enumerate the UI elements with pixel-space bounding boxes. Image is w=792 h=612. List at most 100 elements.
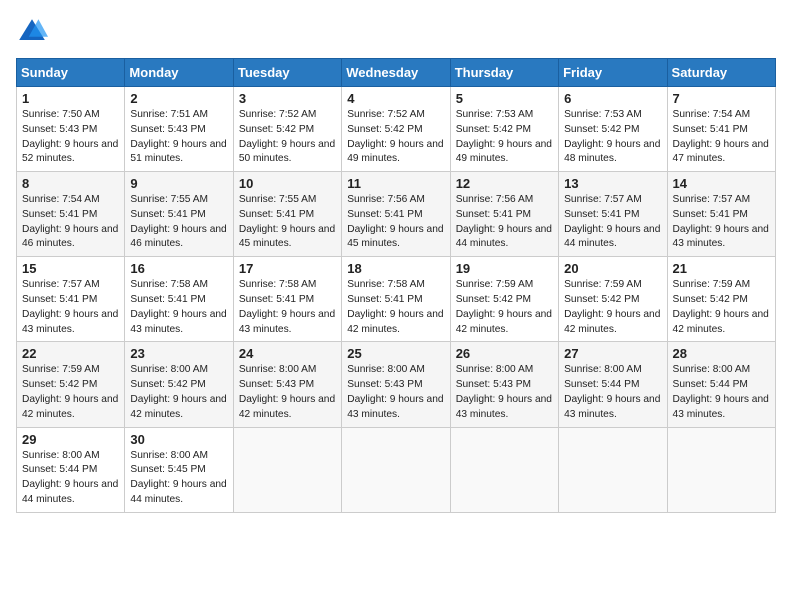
day-cell-1: 1 Sunrise: 7:50 AMSunset: 5:43 PMDaylight…: [17, 87, 125, 172]
empty-cell: [233, 427, 341, 512]
sunrise-label: Sunrise: 7:58 AM: [239, 279, 317, 290]
daylight-label: Daylight: 9 hours and 42 minutes.: [239, 394, 335, 420]
day-cell-27: 27Sunrise: 8:00 AMSunset: 5:44 PMDayligh…: [559, 342, 667, 427]
daylight-label: Daylight: 9 hours and 48 minutes.: [564, 139, 660, 165]
sunset-label: Sunset: 5:44 PM: [564, 379, 639, 390]
calendar-week-4: 22Sunrise: 7:59 AMSunset: 5:42 PMDayligh…: [17, 342, 776, 427]
header-day-monday: Monday: [125, 59, 233, 87]
sunset-label: Sunset: 5:44 PM: [22, 464, 97, 475]
daylight-label: Daylight: 9 hours and 47 minutes.: [673, 139, 769, 165]
page-header: [16, 16, 776, 48]
sunrise-label: Sunrise: 8:00 AM: [564, 364, 642, 375]
day-number: 15: [22, 261, 119, 276]
day-info: Sunrise: 8:00 AMSunset: 5:43 PMDaylight:…: [347, 363, 444, 422]
day-number: 11: [347, 176, 444, 191]
day-info: Sunrise: 7:58 AM Sunset: 5:41 PM Daylight:…: [130, 278, 227, 337]
daylight-label: Daylight: 9 hours and 46 minutes.: [130, 224, 226, 250]
sunset-label: Sunset: 5:42 PM: [564, 294, 639, 305]
sunrise-label: Sunrise: 7:58 AM: [130, 279, 208, 290]
day-info: Sunrise: 7:53 AMSunset: 5:42 PMDaylight:…: [564, 108, 661, 167]
day-cell-5: 5Sunrise: 7:53 AMSunset: 5:42 PMDaylight…: [450, 87, 558, 172]
sunrise-label: Sunrise: 7:50 AM: [22, 109, 100, 120]
daylight-label: Daylight: 9 hours and 49 minutes.: [347, 139, 443, 165]
day-cell-4: 4Sunrise: 7:52 AMSunset: 5:42 PMDaylight…: [342, 87, 450, 172]
day-number: 6: [564, 91, 661, 106]
daylight-label: Daylight: 9 hours and 46 minutes.: [22, 224, 118, 250]
empty-cell: [559, 427, 667, 512]
daylight-label: Daylight: 9 hours and 42 minutes.: [673, 309, 769, 335]
day-info: Sunrise: 7:57 AMSunset: 5:41 PMDaylight:…: [673, 193, 770, 252]
sunset-label: Sunset: 5:42 PM: [130, 379, 205, 390]
daylight-label: Daylight: 9 hours and 43 minutes.: [456, 394, 552, 420]
day-cell-18: 18Sunrise: 7:58 AMSunset: 5:41 PMDayligh…: [342, 257, 450, 342]
daylight-label: Daylight: 9 hours and 42 minutes.: [347, 309, 443, 335]
daylight-label: Daylight: 9 hours and 51 minutes.: [130, 139, 226, 165]
day-cell-30: 30Sunrise: 8:00 AMSunset: 5:45 PMDayligh…: [125, 427, 233, 512]
sunrise-label: Sunrise: 7:59 AM: [456, 279, 534, 290]
day-cell-3: 3Sunrise: 7:52 AMSunset: 5:42 PMDaylight…: [233, 87, 341, 172]
daylight-label: Daylight: 9 hours and 44 minutes.: [22, 479, 118, 505]
daylight-label: Daylight: 9 hours and 43 minutes.: [22, 309, 118, 335]
day-number: 1: [22, 91, 119, 106]
daylight-label: Daylight: 9 hours and 45 minutes.: [239, 224, 335, 250]
day-number: 24: [239, 346, 336, 361]
header-day-tuesday: Tuesday: [233, 59, 341, 87]
header-day-sunday: Sunday: [17, 59, 125, 87]
logo: [16, 16, 52, 48]
day-number: 28: [673, 346, 770, 361]
sunrise-label: Sunrise: 7:57 AM: [564, 194, 642, 205]
sunrise-label: Sunrise: 7:53 AM: [456, 109, 534, 120]
sunset-label: Sunset: 5:41 PM: [130, 294, 205, 305]
day-info: Sunrise: 7:52 AMSunset: 5:42 PMDaylight:…: [239, 108, 336, 167]
sunset-label: Sunset: 5:41 PM: [22, 294, 97, 305]
sunset-label: Sunset: 5:42 PM: [456, 294, 531, 305]
calendar-week-5: 29 Sunrise: 8:00 AMSunset: 5:44 PMDayligh…: [17, 427, 776, 512]
sunrise-label: Sunrise: 7:59 AM: [564, 279, 642, 290]
sunrise-label: Sunrise: 7:59 AM: [673, 279, 751, 290]
day-info: Sunrise: 7:56 AMSunset: 5:41 PMDaylight:…: [347, 193, 444, 252]
day-info: Sunrise: 7:54 AMSunset: 5:41 PMDaylight:…: [22, 193, 119, 252]
day-info: Sunrise: 8:00 AMSunset: 5:44 PMDaylight:…: [564, 363, 661, 422]
sunset-label: Sunset: 5:42 PM: [673, 294, 748, 305]
sunset-label: Sunset: 5:41 PM: [347, 209, 422, 220]
day-info: Sunrise: 7:57 AMSunset: 5:41 PMDaylight:…: [564, 193, 661, 252]
day-info: Sunrise: 7:51 AMSunset: 5:43 PMDaylight:…: [130, 108, 227, 167]
sunset-label: Sunset: 5:42 PM: [22, 379, 97, 390]
sunrise-label: Sunrise: 7:52 AM: [239, 109, 317, 120]
sunrise-label: Sunrise: 8:00 AM: [130, 364, 208, 375]
day-info: Sunrise: 7:55 AMSunset: 5:41 PMDaylight:…: [130, 193, 227, 252]
day-info: Sunrise: 8:00 AMSunset: 5:43 PMDaylight:…: [456, 363, 553, 422]
sunrise-label: Sunrise: 7:53 AM: [564, 109, 642, 120]
sunrise-label: Sunrise: 8:00 AM: [239, 364, 317, 375]
daylight-label: Daylight: 9 hours and 43 minutes.: [347, 394, 443, 420]
day-cell-13: 13Sunrise: 7:57 AMSunset: 5:41 PMDayligh…: [559, 172, 667, 257]
day-cell-7: 7Sunrise: 7:54 AMSunset: 5:41 PMDaylight…: [667, 87, 775, 172]
day-number: 10: [239, 176, 336, 191]
sunset-label: Sunset: 5:41 PM: [673, 209, 748, 220]
sunset-label: Sunset: 5:43 PM: [130, 124, 205, 135]
sunset-label: Sunset: 5:42 PM: [456, 124, 531, 135]
daylight-label: Daylight: 9 hours and 42 minutes.: [456, 309, 552, 335]
day-info: Sunrise: 7:57 AMSunset: 5:41 PMDaylight:…: [22, 278, 119, 337]
day-number: 29: [22, 432, 119, 447]
sunrise-label: Sunrise: 7:55 AM: [239, 194, 317, 205]
daylight-label: Daylight: 9 hours and 43 minutes.: [130, 309, 226, 335]
daylight-label: Daylight: 9 hours and 44 minutes.: [130, 479, 226, 505]
day-info: Sunrise: 7:52 AMSunset: 5:42 PMDaylight:…: [347, 108, 444, 167]
day-cell-17: 17Sunrise: 7:58 AMSunset: 5:41 PMDayligh…: [233, 257, 341, 342]
sunset-label: Sunset: 5:43 PM: [347, 379, 422, 390]
daylight-label: Daylight: 9 hours and 43 minutes.: [239, 309, 335, 335]
sunrise-label: Sunrise: 8:00 AM: [456, 364, 534, 375]
day-info: Sunrise: 7:56 AMSunset: 5:41 PMDaylight:…: [456, 193, 553, 252]
empty-cell: [667, 427, 775, 512]
calendar-week-2: 8Sunrise: 7:54 AMSunset: 5:41 PMDaylight…: [17, 172, 776, 257]
sunrise-label: Sunrise: 7:56 AM: [456, 194, 534, 205]
day-number: 16: [130, 261, 227, 276]
day-number: 26: [456, 346, 553, 361]
daylight-label: Daylight: 9 hours and 43 minutes.: [673, 224, 769, 250]
day-info: Sunrise: 8:00 AMSunset: 5:44 PMDaylight:…: [22, 449, 119, 508]
daylight-label: Daylight: 9 hours and 44 minutes.: [456, 224, 552, 250]
day-info: Sunrise: 7:58 AMSunset: 5:41 PMDaylight:…: [239, 278, 336, 337]
daylight-label: Daylight: 9 hours and 42 minutes.: [564, 309, 660, 335]
day-info: Sunrise: 7:50 AMSunset: 5:43 PMDaylight:…: [22, 108, 119, 167]
